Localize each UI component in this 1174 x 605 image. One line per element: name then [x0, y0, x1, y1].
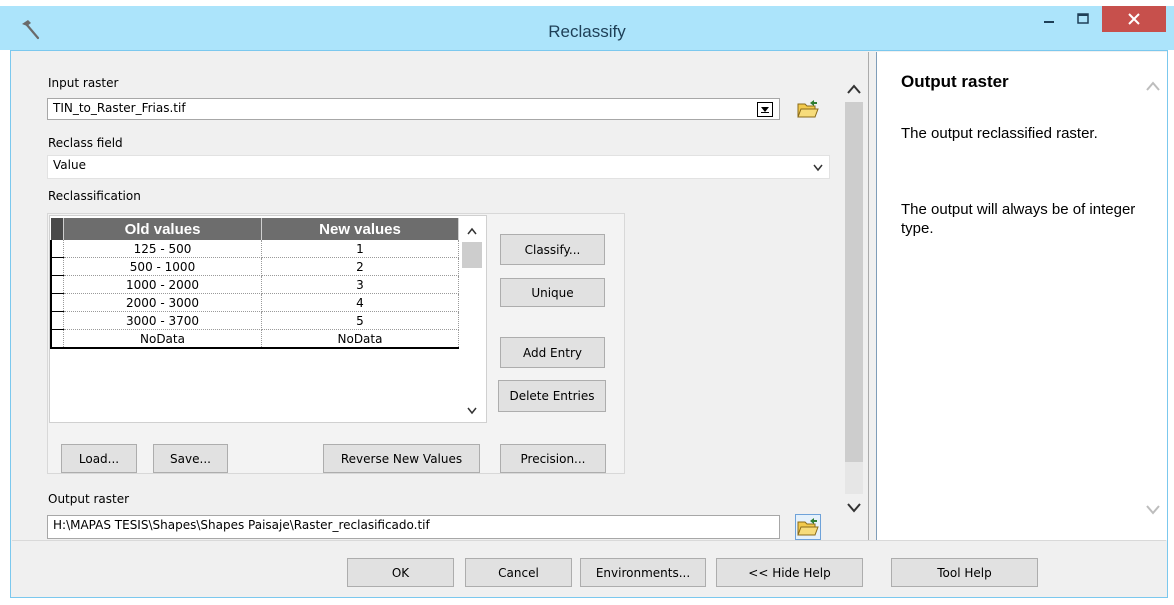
table-row[interactable]: 2000 - 3000 4 [50, 293, 459, 312]
precision-button[interactable]: Precision... [500, 444, 606, 473]
tool-help-button[interactable]: Tool Help [891, 558, 1038, 587]
delete-entries-button[interactable]: Delete Entries [498, 380, 606, 412]
environments-button[interactable]: Environments... [580, 558, 706, 587]
minimize-icon [1044, 21, 1054, 23]
load-button[interactable]: Load... [61, 444, 137, 473]
row-header[interactable] [50, 275, 64, 294]
hide-help-button[interactable]: << Hide Help [716, 558, 863, 587]
column-header-new-values[interactable]: New values [261, 218, 459, 240]
table-scroll-thumb[interactable] [462, 242, 482, 268]
old-value-cell[interactable]: 125 - 500 [63, 240, 262, 258]
old-value-cell[interactable]: NoData [63, 329, 262, 349]
reclass-field-combobox[interactable]: Value [47, 155, 830, 179]
chevron-down-icon [813, 161, 823, 175]
open-folder-icon [797, 100, 819, 118]
output-raster-value: H:\MAPAS TESIS\Shapes\Shapes Paisaje\Ras… [53, 518, 430, 532]
window-title: Reclassify [548, 22, 626, 41]
old-value-cell[interactable]: 2000 - 3000 [63, 293, 262, 312]
help-title: Output raster [901, 72, 1009, 91]
input-raster-value: TIN_to_Raster_Frias.tif [53, 101, 186, 115]
reverse-new-values-button[interactable]: Reverse New Values [323, 444, 480, 473]
row-header[interactable] [50, 329, 64, 349]
table-scrollbar[interactable] [462, 220, 484, 420]
new-value-cell[interactable]: NoData [261, 329, 459, 349]
new-value-cell[interactable]: 4 [261, 293, 459, 312]
browse-input-button[interactable] [795, 96, 821, 122]
minimize-button[interactable] [1032, 6, 1066, 32]
help-paragraph: The output will always be of integer typ… [901, 201, 1136, 237]
chevron-down-icon[interactable] [462, 400, 482, 422]
dropdown-arrow-icon[interactable] [757, 102, 773, 117]
table-header-row: Old values New values [51, 218, 459, 240]
table-row[interactable]: NoData NoData [50, 329, 459, 349]
browse-output-button[interactable] [795, 514, 821, 540]
maximize-icon [1077, 13, 1089, 24]
row-header[interactable] [50, 293, 64, 312]
chevron-up-icon[interactable] [843, 78, 865, 100]
row-header[interactable] [50, 311, 64, 330]
table-row[interactable]: 3000 - 3700 5 [50, 311, 459, 330]
reclassification-table[interactable]: Old values New values 125 - 500 1 500 - 1… [50, 218, 459, 349]
output-raster-input[interactable]: H:\MAPAS TESIS\Shapes\Shapes Paisaje\Ras… [47, 515, 780, 539]
chevron-down-icon[interactable] [1146, 504, 1160, 518]
open-folder-icon [797, 518, 819, 536]
old-value-cell[interactable]: 500 - 1000 [63, 257, 262, 276]
old-value-cell[interactable]: 1000 - 2000 [63, 275, 262, 294]
scroll-thumb[interactable] [845, 102, 863, 462]
reclass-field-value: Value [53, 158, 86, 172]
classify-button[interactable]: Classify... [500, 234, 605, 265]
table-row[interactable]: 1000 - 2000 3 [50, 275, 459, 294]
chevron-up-icon[interactable] [1146, 80, 1160, 94]
ok-button[interactable]: OK [347, 558, 454, 587]
unique-button[interactable]: Unique [500, 278, 605, 307]
table-row[interactable]: 500 - 1000 2 [50, 257, 459, 276]
table-row[interactable]: 125 - 500 1 [50, 240, 459, 258]
help-paragraph: The output reclassified raster. [901, 125, 1098, 142]
new-value-cell[interactable]: 1 [261, 240, 459, 258]
parameters-scrollbar[interactable] [843, 70, 865, 538]
row-header[interactable] [50, 257, 64, 276]
add-entry-button[interactable]: Add Entry [500, 337, 605, 368]
row-header[interactable] [50, 240, 64, 258]
reclassification-label: Reclassification [48, 189, 141, 203]
maximize-button[interactable] [1066, 6, 1100, 32]
chevron-up-icon[interactable] [462, 220, 482, 242]
close-button[interactable] [1102, 6, 1166, 32]
close-icon [1128, 13, 1140, 25]
reclass-field-label: Reclass field [48, 136, 123, 150]
column-header-old-values[interactable]: Old values [63, 218, 262, 240]
old-value-cell[interactable]: 3000 - 3700 [63, 311, 262, 330]
row-header-corner [51, 218, 64, 240]
new-value-cell[interactable]: 2 [261, 257, 459, 276]
chevron-down-icon[interactable] [843, 497, 865, 519]
save-button[interactable]: Save... [153, 444, 228, 473]
input-raster-combobox[interactable]: TIN_to_Raster_Frias.tif [47, 98, 780, 120]
new-value-cell[interactable]: 5 [261, 311, 459, 330]
new-value-cell[interactable]: 3 [261, 275, 459, 294]
title-bar[interactable]: Reclassify [0, 6, 1174, 50]
input-raster-label: Input raster [48, 76, 119, 90]
output-raster-label: Output raster [48, 492, 130, 506]
cancel-button[interactable]: Cancel [465, 558, 572, 587]
